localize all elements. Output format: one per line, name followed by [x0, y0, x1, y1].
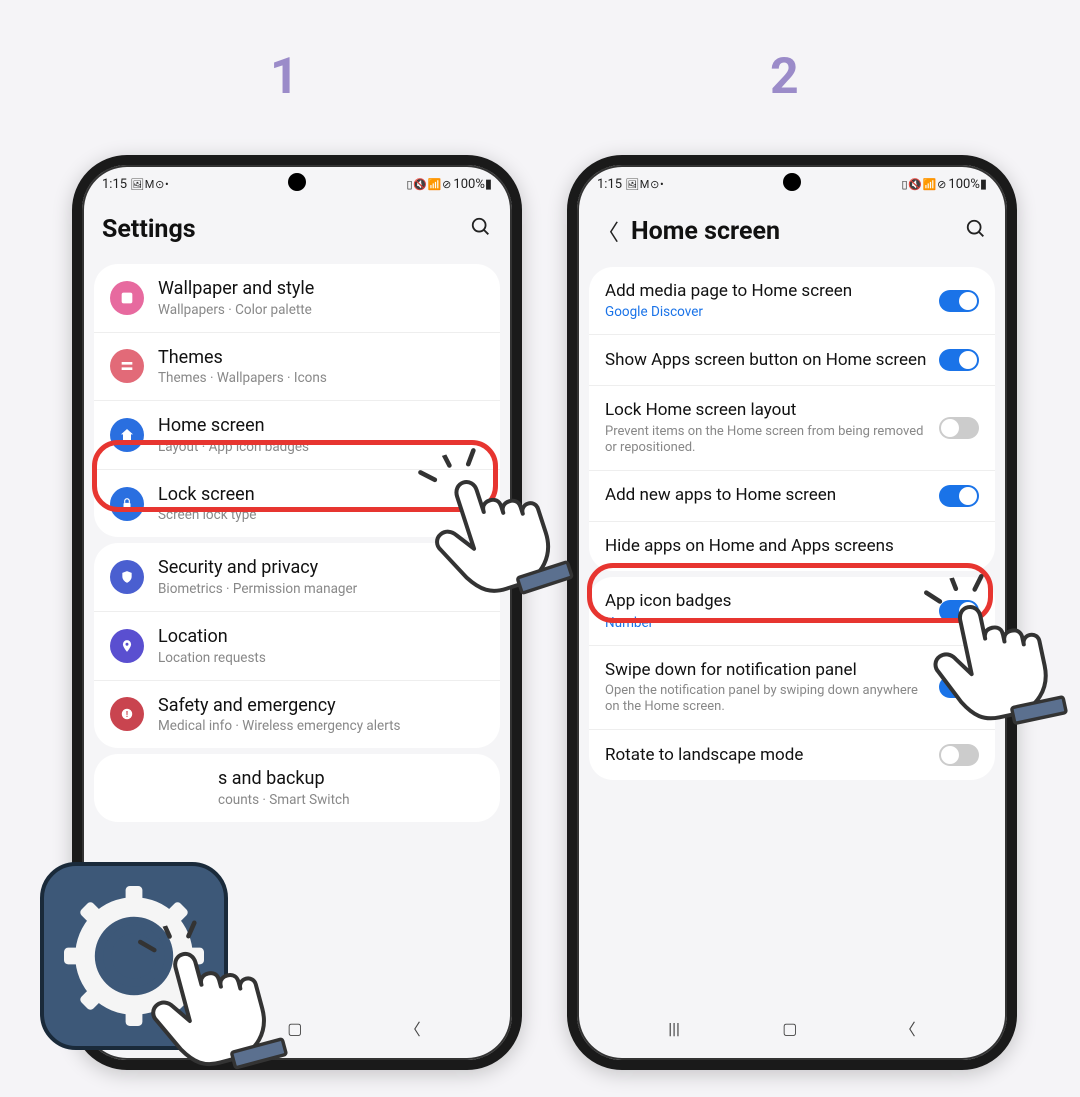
setting-lock-screen[interactable]: Lock screen Screen lock type	[94, 470, 500, 538]
row-subtitle: Themes · Wallpapers · Icons	[158, 370, 484, 386]
location-icon	[110, 629, 144, 663]
nav-home[interactable]: ▢	[287, 1019, 302, 1038]
row-subtitle: Layout · App icon badges	[158, 439, 484, 455]
status-battery: 100%▮	[453, 177, 492, 192]
row-title: Home screen	[158, 415, 484, 437]
settings-header: Settings	[82, 199, 512, 258]
setting-themes[interactable]: Themes Themes · Wallpapers · Icons	[94, 333, 500, 402]
status-right-icons: ▯ 🔇 📶 ⊘	[407, 178, 451, 191]
home-settings-group: Add media page to Home screen Google Dis…	[589, 267, 995, 571]
status-time: 1:15	[597, 177, 622, 192]
row-subtitle: counts · Smart Switch	[218, 792, 484, 808]
setting-lock-home-layout[interactable]: Lock Home screen layout Prevent items on…	[589, 386, 995, 471]
status-time: 1:15	[102, 177, 127, 192]
row-title: Swipe down for notification panel	[605, 660, 927, 681]
status-left-icons: 🖼 M ⊙ •	[625, 178, 663, 191]
row-title: Lock Home screen layout	[605, 400, 927, 421]
phone-frame-2: 1:15 🖼 M ⊙ • ▯ 🔇 📶 ⊘ 100%▮ 〈 Home screen…	[567, 155, 1017, 1070]
setting-add-media-page[interactable]: Add media page to Home screen Google Dis…	[589, 267, 995, 335]
toggle[interactable]	[939, 600, 979, 622]
front-camera	[288, 173, 306, 191]
row-subtitle: Biometrics · Permission manager	[158, 581, 484, 597]
setting-location[interactable]: Location Location requests	[94, 612, 500, 681]
lock-icon	[110, 487, 144, 521]
row-title: Themes	[158, 347, 484, 369]
row-title: Show Apps screen button on Home screen	[605, 350, 927, 371]
wallpaper-icon	[110, 281, 144, 315]
row-title: App icon badges	[605, 591, 927, 612]
row-title: Lock screen	[158, 484, 484, 506]
setting-accounts-backup[interactable]: s and backup counts · Smart Switch	[94, 754, 500, 822]
settings-group: s and backup counts · Smart Switch	[94, 754, 500, 822]
home-settings-group: App icon badges Number Swipe down for no…	[589, 577, 995, 780]
row-title: Safety and emergency	[158, 695, 484, 717]
toggle[interactable]	[939, 485, 979, 507]
status-left-icons: 🖼 M ⊙ •	[130, 178, 168, 191]
home-icon	[110, 418, 144, 452]
setting-safety-emergency[interactable]: ! Safety and emergency Medical info · Wi…	[94, 681, 500, 749]
themes-icon	[110, 349, 144, 383]
row-subtitle: Wallpapers · Color palette	[158, 302, 484, 318]
nav-home[interactable]: ▢	[782, 1019, 797, 1038]
row-link: Google Discover	[605, 304, 927, 320]
page-title: Settings	[102, 215, 458, 244]
setting-show-apps-button[interactable]: Show Apps screen button on Home screen	[589, 335, 995, 386]
shield-icon	[110, 560, 144, 594]
search-icon[interactable]	[470, 216, 492, 243]
back-icon[interactable]: 〈	[597, 215, 619, 247]
row-subtitle: Location requests	[158, 650, 484, 666]
toggle[interactable]	[939, 349, 979, 371]
android-navbar: ||| ▢ 〈	[577, 1006, 1007, 1050]
home-screen-header: 〈 Home screen	[577, 199, 1007, 261]
settings-app-icon	[40, 862, 228, 1050]
row-subtitle: Open the notification panel by swiping d…	[605, 683, 927, 716]
row-title: Add new apps to Home screen	[605, 485, 927, 506]
backup-icon	[110, 771, 144, 805]
svg-text:!: !	[126, 709, 128, 719]
setting-wallpaper-style[interactable]: Wallpaper and style Wallpapers · Color p…	[94, 264, 500, 333]
setting-rotate-landscape[interactable]: Rotate to landscape mode	[589, 730, 995, 780]
nav-recents[interactable]: |||	[668, 1019, 680, 1038]
gear-icon	[64, 886, 204, 1026]
row-title: Rotate to landscape mode	[605, 745, 927, 766]
setting-app-icon-badges[interactable]: App icon badges Number	[589, 577, 995, 645]
page-title: Home screen	[631, 217, 953, 246]
search-icon[interactable]	[965, 218, 987, 245]
step-number-2: 2	[770, 48, 799, 106]
setting-security-privacy[interactable]: Security and privacy Biometrics · Permis…	[94, 543, 500, 612]
row-title: Wallpaper and style	[158, 278, 484, 300]
setting-home-screen[interactable]: Home screen Layout · App icon badges	[94, 401, 500, 470]
row-title: Location	[158, 626, 484, 648]
toggle[interactable]	[939, 676, 979, 698]
row-subtitle: Prevent items on the Home screen from be…	[605, 424, 927, 457]
status-battery: 100%▮	[948, 177, 987, 192]
row-title: Security and privacy	[158, 557, 484, 579]
row-subtitle: Medical info · Wireless emergency alerts	[158, 718, 484, 734]
row-link: Number	[605, 615, 927, 631]
setting-hide-apps[interactable]: Hide apps on Home and Apps screens	[589, 522, 995, 571]
front-camera	[783, 173, 801, 191]
emergency-icon: !	[110, 697, 144, 731]
toggle[interactable]	[939, 744, 979, 766]
setting-swipe-notification[interactable]: Swipe down for notification panel Open t…	[589, 646, 995, 731]
nav-back[interactable]: 〈	[900, 1016, 916, 1040]
settings-group: Wallpaper and style Wallpapers · Color p…	[94, 264, 500, 537]
nav-back[interactable]: 〈	[405, 1016, 421, 1040]
row-title: Hide apps on Home and Apps screens	[605, 536, 979, 557]
step-number-1: 1	[270, 48, 299, 106]
row-subtitle: Screen lock type	[158, 507, 484, 523]
row-title: s and backup	[218, 768, 484, 790]
toggle[interactable]	[939, 290, 979, 312]
status-right-icons: ▯ 🔇 📶 ⊘	[902, 178, 946, 191]
settings-group: Security and privacy Biometrics · Permis…	[94, 543, 500, 748]
toggle[interactable]	[939, 417, 979, 439]
row-title: Add media page to Home screen	[605, 281, 927, 302]
setting-add-new-apps[interactable]: Add new apps to Home screen	[589, 471, 995, 522]
